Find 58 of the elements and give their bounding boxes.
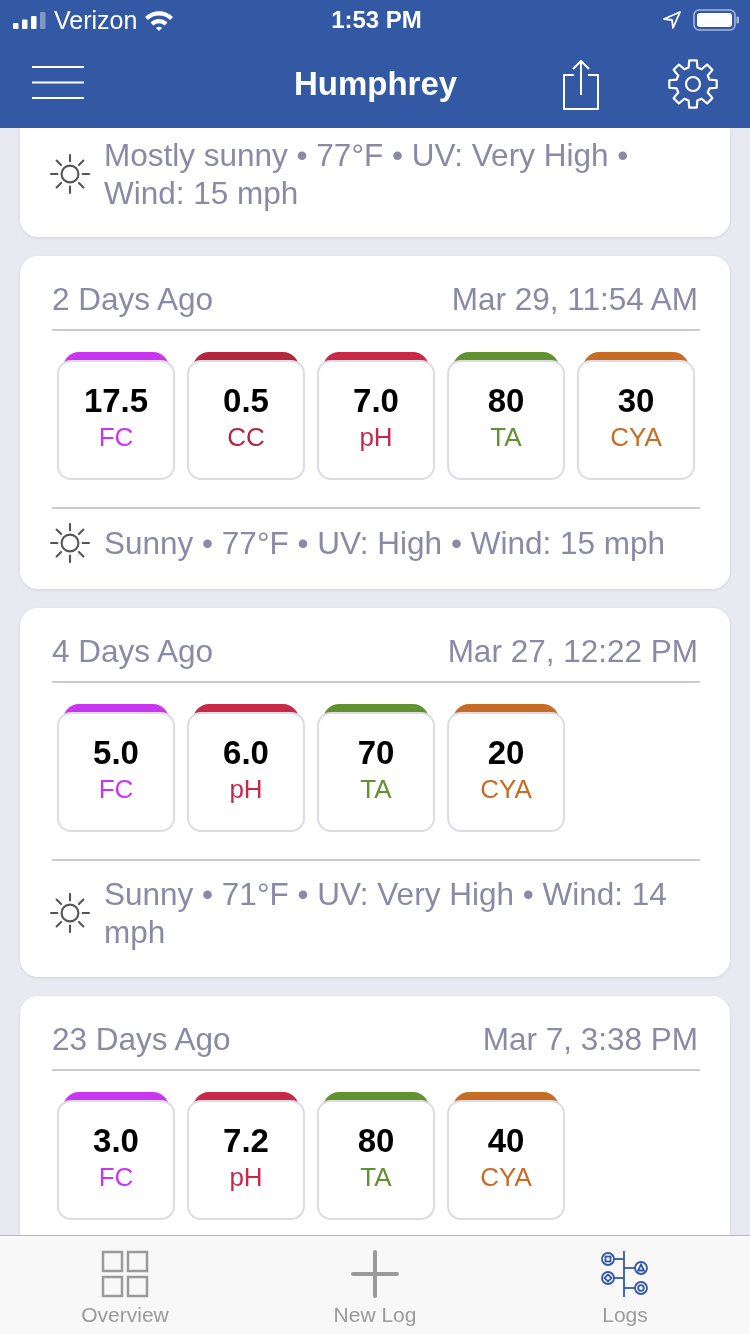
carrier-name: Verizon: [54, 5, 138, 35]
sun-icon: [50, 154, 90, 194]
tab-item[interactable]: Overview: [0, 1236, 250, 1334]
reading-value: 80: [487, 382, 525, 420]
log-date: Mar 29, 11:54 AM: [451, 281, 698, 317]
log-date: Mar 27, 12:22 PM: [447, 633, 698, 669]
sun-icon: [50, 523, 90, 563]
reading-label: TA: [490, 421, 522, 454]
log-age: 4 Days Ago: [52, 633, 214, 669]
settings-icon[interactable]: [667, 58, 719, 110]
weather-summary: Mostly sunny • 77°F • UV: Very High • Wind: 15 mph: [104, 136, 630, 212]
sun-icon: [50, 893, 90, 933]
share-icon[interactable]: [563, 58, 599, 110]
reading-label: CC: [227, 421, 265, 454]
reading-value: 5.0: [93, 734, 139, 772]
reading-label: TA: [360, 1161, 392, 1194]
reading-value: 7.2: [223, 1122, 269, 1160]
reading-value: 20: [487, 734, 525, 772]
tree-diagram-icon: [601, 1250, 649, 1298]
log-card[interactable]: 23 Days Ago Mar 7, 3:38 PM 3.0 FC 7.2 pH 80 TA 40 CYA: [20, 996, 730, 1235]
weather-summary: Sunny • 71°F • UV: Very High • Wind: 14 mph: [104, 875, 668, 951]
reading-label: pH: [229, 773, 263, 806]
reading-value: 0.5: [223, 382, 269, 420]
log-card[interactable]: 2 Days Ago Mar 29, 11:54 AM 17.5 FC 0.5 CC 7.0 pH 80 TA 30 CYA Sunny • 77°F • UV: High • Wind: 15 mph: [20, 256, 730, 589]
log-age: 23 Days Ago: [52, 1021, 231, 1057]
plus-icon: [351, 1250, 399, 1298]
log-date: Mar 7, 3:38 PM: [482, 1021, 698, 1057]
menu-icon[interactable]: [32, 65, 84, 99]
reading-value: 6.0: [223, 734, 269, 772]
wifi-icon: [144, 9, 175, 31]
reading-label: CYA: [480, 1161, 532, 1194]
log-card[interactable]: Mostly sunny • 77°F • UV: Very High • Wind: 15 mph: [20, 128, 730, 237]
reading-value: 80: [357, 1122, 395, 1160]
reading-value: 70: [357, 734, 395, 772]
reading-value: 7.0: [353, 382, 399, 420]
grid-icon: [101, 1250, 149, 1298]
reading-value: 40: [487, 1122, 525, 1160]
signal-icon: [13, 11, 47, 29]
reading-label: pH: [229, 1161, 263, 1194]
battery-icon: [693, 9, 740, 31]
screen-title: Humphrey: [293, 65, 458, 103]
reading-label: pH: [359, 421, 393, 454]
location-arrow-icon: [663, 11, 681, 29]
reading-label: CYA: [610, 421, 662, 454]
reading-label: FC: [98, 773, 134, 806]
status-time: 1:53 PM: [331, 6, 422, 34]
reading-label: TA: [360, 773, 392, 806]
reading-label: FC: [98, 1161, 134, 1194]
reading-label: CYA: [480, 773, 532, 806]
log-age: 2 Days Ago: [52, 281, 214, 317]
reading-label: FC: [98, 421, 134, 454]
tab-item[interactable]: Logs: [500, 1236, 750, 1334]
reading-value: 17.5: [83, 382, 149, 420]
reading-value: 30: [617, 382, 655, 420]
reading-value: 3.0: [93, 1122, 139, 1160]
log-card[interactable]: 4 Days Ago Mar 27, 12:22 PM 5.0 FC 6.0 pH 70 TA 20 CYA Sunny • 71°F • UV: Very High • Wind: 14 mph: [20, 608, 730, 977]
tab-item[interactable]: New Log: [250, 1236, 500, 1334]
weather-summary: Sunny • 77°F • UV: High • Wind: 15 mph: [104, 524, 665, 562]
